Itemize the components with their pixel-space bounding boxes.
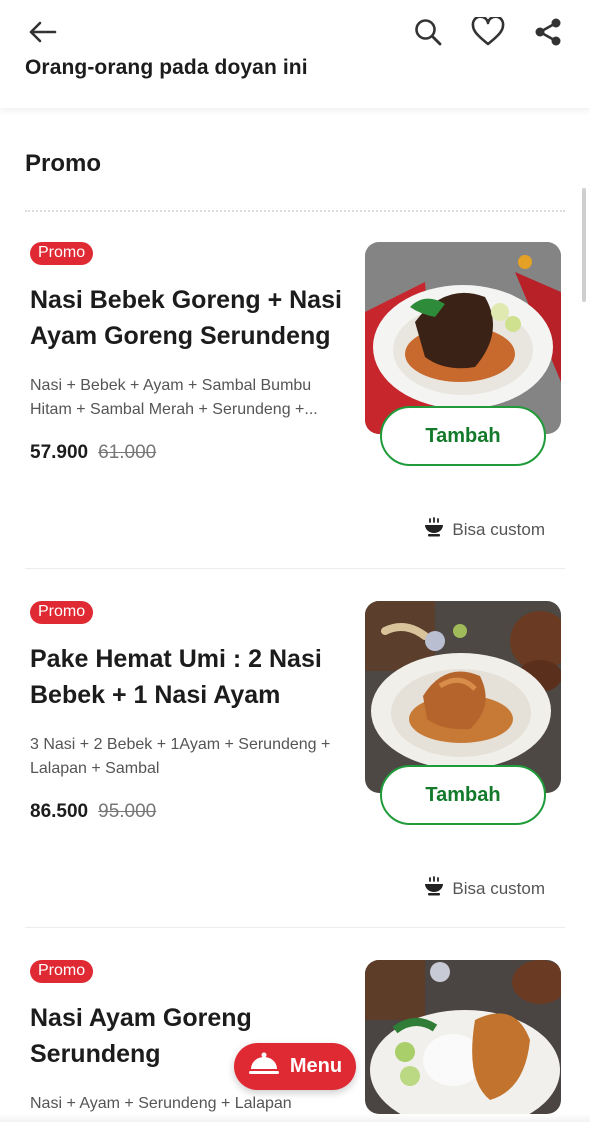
item-divider [25, 568, 565, 569]
promo-badge: Promo [30, 960, 94, 983]
bowl-icon [424, 517, 444, 542]
item-description: Nasi + Ayam + Serundeng + Lalapan [30, 1095, 292, 1112]
item-price: 86.500 95.000 [30, 801, 156, 823]
share-icon[interactable] [528, 12, 568, 52]
original-price: 61.000 [98, 442, 157, 463]
add-button[interactable]: Tambah [380, 765, 546, 825]
item-divider [25, 927, 565, 928]
item-price: 57.900 61.000 [30, 442, 156, 464]
top-bar: Orang-orang pada doyan ini [0, 0, 590, 108]
item-name: Nasi Bebek Goreng + Nasi Ayam Goreng Ser… [30, 286, 342, 350]
customizable-text: Bisa custom [452, 878, 545, 898]
section-title: Promo [25, 150, 102, 177]
current-price: 86.500 [30, 801, 89, 822]
search-icon[interactable] [408, 12, 448, 52]
heart-icon[interactable] [468, 12, 508, 52]
menu-fab-button[interactable]: Menu [234, 1043, 356, 1090]
scrollbar[interactable] [582, 188, 586, 302]
cloche-icon [248, 1051, 280, 1083]
customizable-label: Bisa custom [424, 876, 545, 901]
current-price: 57.900 [30, 442, 89, 463]
bowl-icon [424, 876, 444, 901]
promo-badge: Promo [30, 242, 94, 265]
original-price: 95.000 [98, 801, 157, 822]
item-name: Pake Hemat Umi : 2 Nasi Bebek + 1 Nasi A… [30, 645, 322, 709]
sticky-section-title: Orang-orang pada doyan ini [25, 56, 308, 79]
menu-fab-label: Menu [289, 1055, 343, 1077]
item-description: Nasi + Bebek + Ayam + Sambal Bumbu Hitam… [30, 377, 318, 418]
customizable-label: Bisa custom [424, 517, 545, 542]
item-description: 3 Nasi + 2 Bebek + 1Ayam + Serundeng + L… [30, 736, 331, 777]
add-button[interactable]: Tambah [380, 406, 546, 466]
back-arrow-icon[interactable] [22, 12, 62, 52]
header-actions [408, 12, 568, 52]
bottom-edge [0, 1114, 590, 1122]
customizable-text: Bisa custom [452, 519, 545, 539]
promo-badge: Promo [30, 601, 94, 624]
food-photo[interactable] [365, 960, 561, 1114]
dotted-divider [25, 210, 565, 212]
